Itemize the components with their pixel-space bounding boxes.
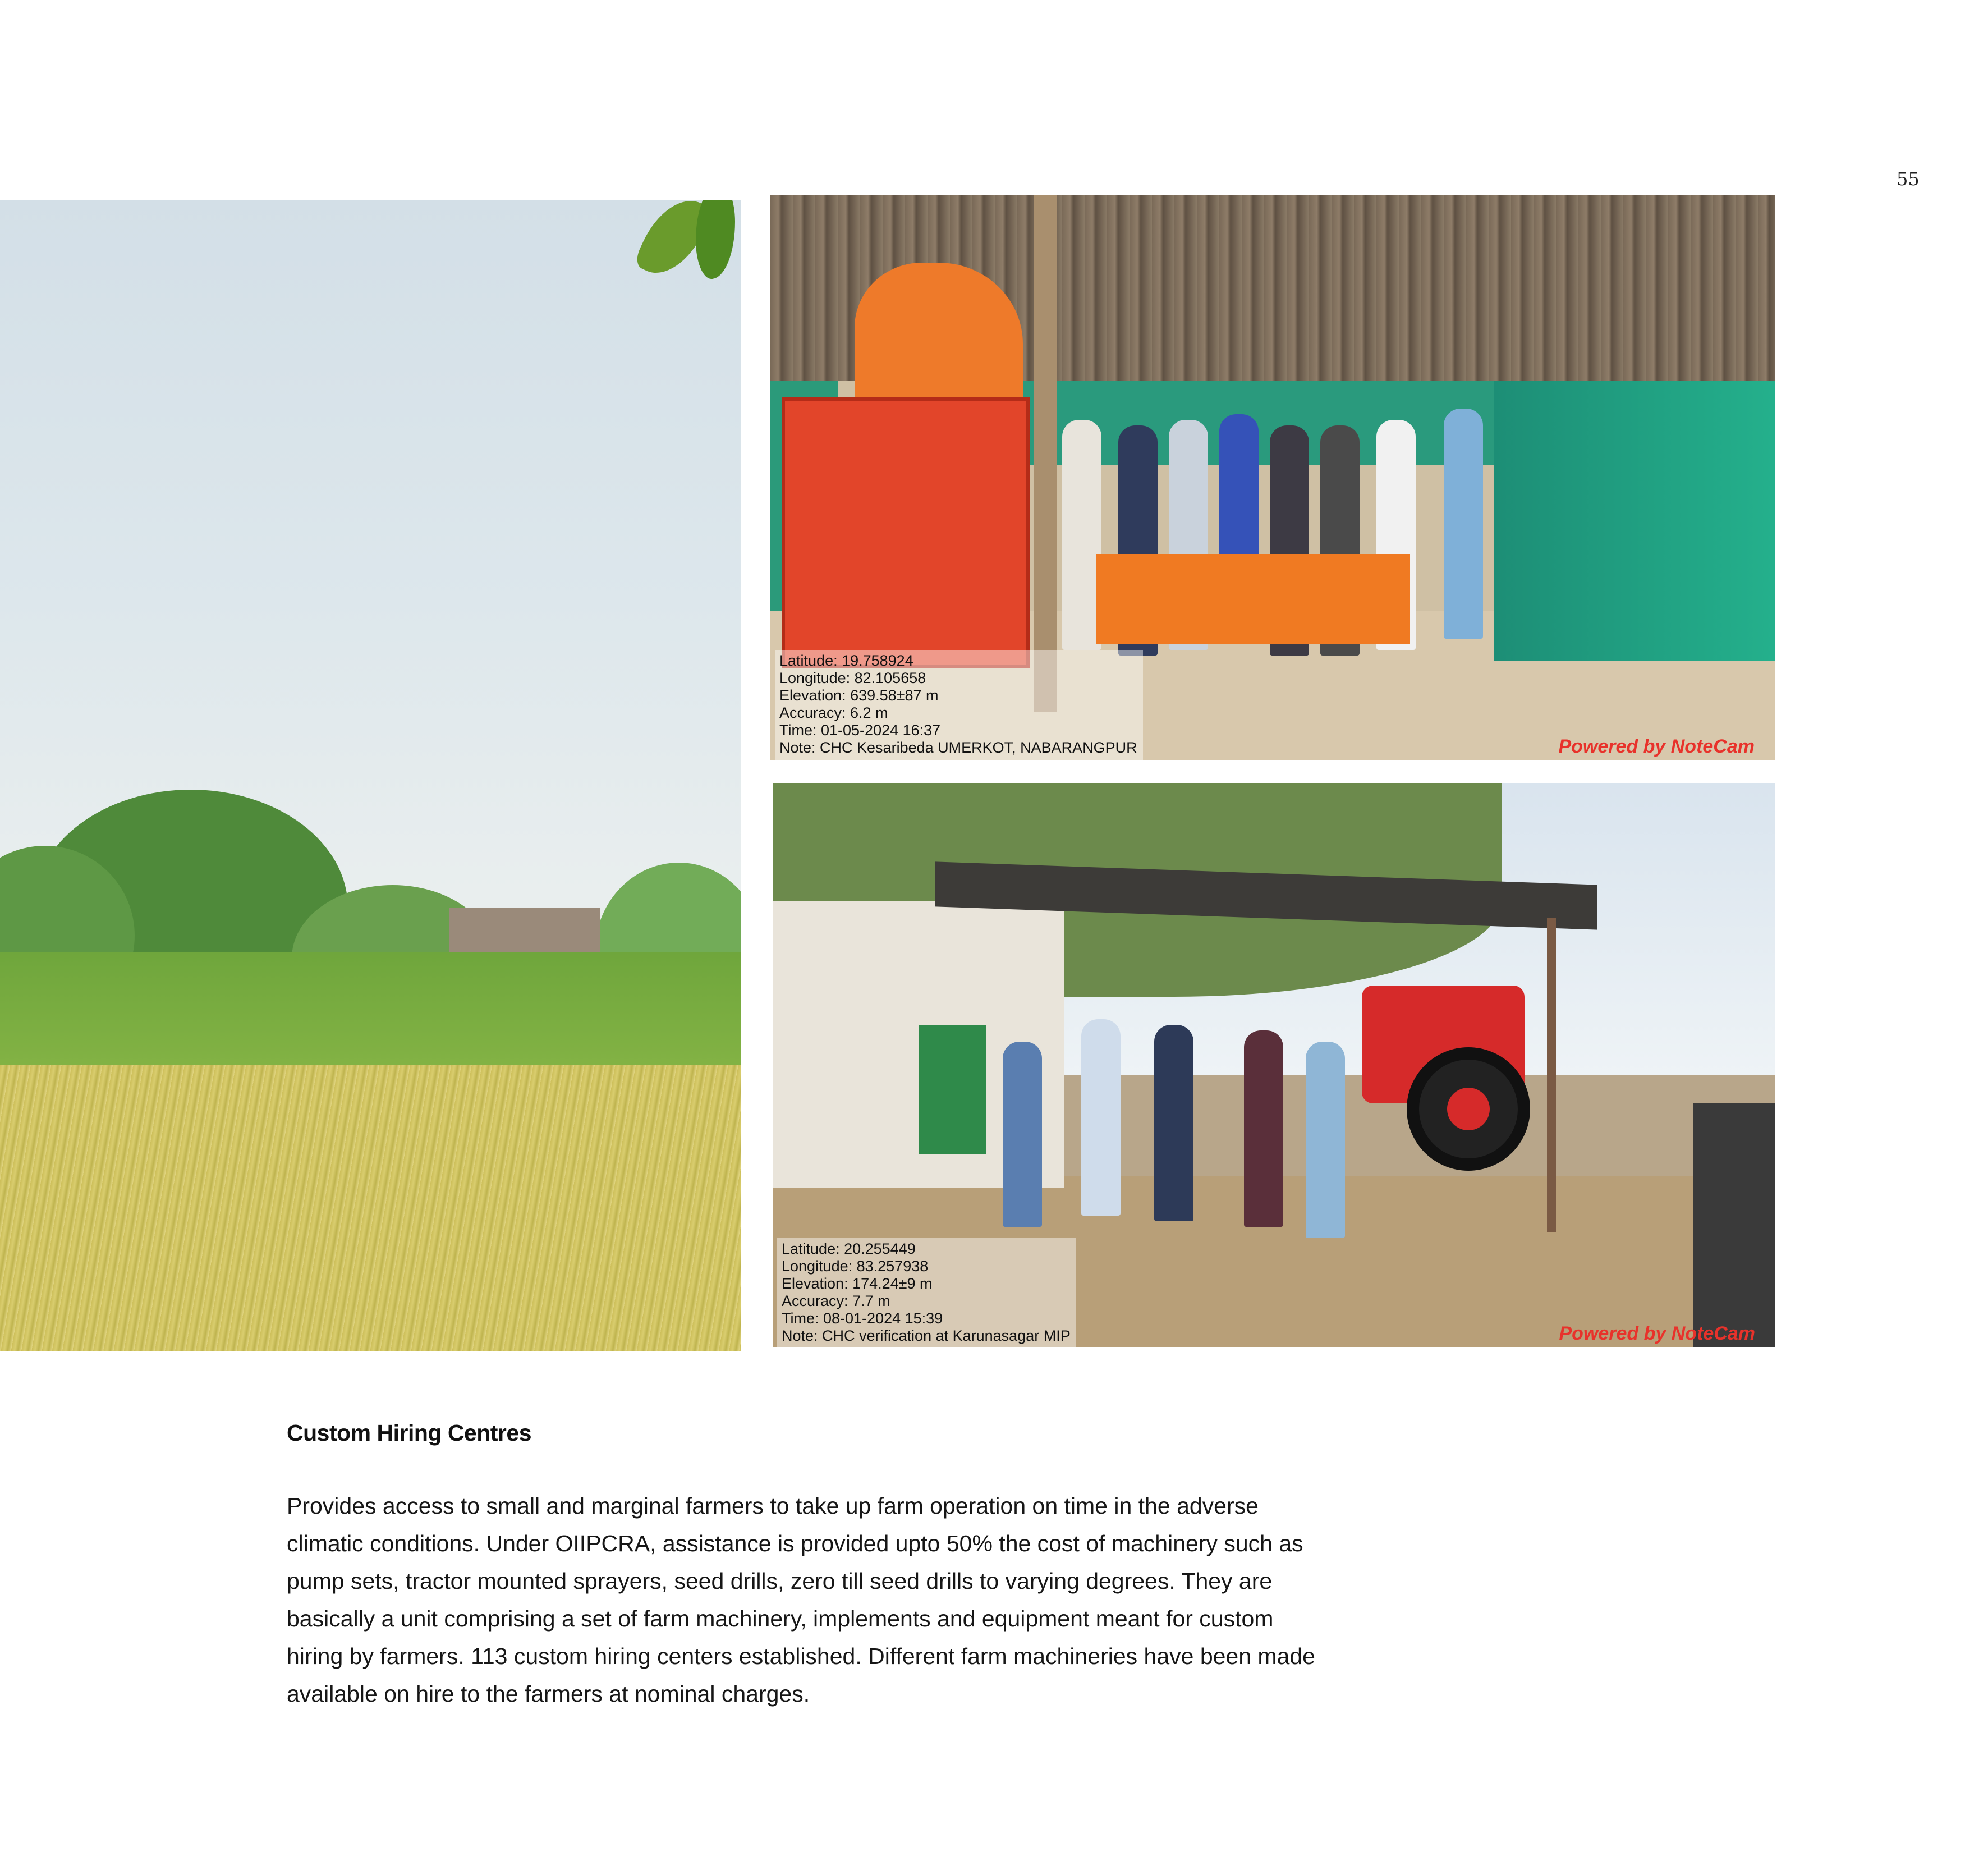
- section-body: Provides access to small and marginal fa…: [287, 1493, 1315, 1707]
- chc-karunasagar-photo: Latitude: 20.255449 Longitude: 83.257938…: [773, 783, 1775, 1347]
- stamp-line: Latitude: 20.255449: [782, 1240, 916, 1257]
- grass-field: [0, 1065, 741, 1351]
- page-number: 55: [1897, 168, 1920, 190]
- geotag-stamp: Latitude: 20.255449 Longitude: 83.257938…: [777, 1238, 1076, 1347]
- hanging-cloth: [1693, 1103, 1775, 1347]
- person: [1003, 1042, 1042, 1227]
- thresher-machine: [782, 397, 1030, 668]
- person: [1444, 409, 1483, 639]
- field-photo: [0, 200, 741, 1351]
- stamp-line: Accuracy: 7.7 m: [782, 1293, 890, 1309]
- stamp-line: Longitude: 82.105658: [779, 670, 926, 686]
- stamp-line: Note: CHC verification at Karunasagar MI…: [782, 1327, 1071, 1344]
- stamp-line: Latitude: 19.758924: [779, 652, 913, 669]
- stamp-line: Elevation: 639.58±87 m: [779, 687, 939, 704]
- stamp-line: Time: 01-05-2024 16:37: [779, 722, 941, 739]
- chc-kesaribeda-photo: Latitude: 19.758924 Longitude: 82.105658…: [770, 195, 1775, 760]
- section-heading: Custom Hiring Centres: [287, 1420, 532, 1446]
- green-cabinet: [919, 1025, 986, 1154]
- rotavator: [1096, 554, 1410, 644]
- stamp-line: Accuracy: 6.2 m: [779, 704, 888, 721]
- notecam-watermark: Powered by NoteCam: [1558, 736, 1755, 757]
- person: [1306, 1042, 1345, 1238]
- wooden-pole: [1034, 195, 1057, 712]
- stamp-line: Time: 08-01-2024 15:39: [782, 1310, 943, 1327]
- person: [1081, 1019, 1121, 1216]
- geotag-stamp: Latitude: 19.758924 Longitude: 82.105658…: [775, 650, 1143, 760]
- stamp-line: Elevation: 174.24±9 m: [782, 1275, 933, 1292]
- notecam-watermark: Powered by NoteCam: [1559, 1323, 1755, 1344]
- stamp-line: Note: CHC Kesaribeda UMERKOT, NABARANGPU…: [779, 739, 1137, 756]
- tractor-wheel: [1407, 1047, 1530, 1171]
- person: [1154, 1025, 1193, 1221]
- shed-pillar: [1547, 918, 1556, 1232]
- stamp-line: Longitude: 83.257938: [782, 1258, 929, 1275]
- person: [1244, 1030, 1283, 1227]
